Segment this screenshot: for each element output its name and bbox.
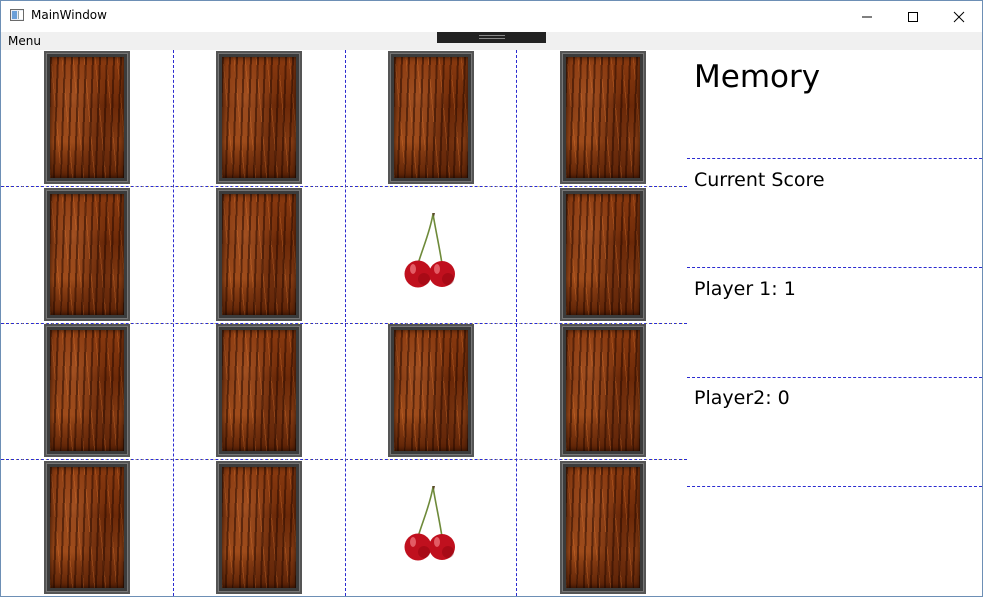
memory-card-face-down[interactable] — [216, 188, 302, 321]
player2-score: Player2: 0 — [694, 387, 790, 409]
divider — [687, 267, 982, 268]
menu-item-menu[interactable]: Menu — [8, 34, 41, 48]
card-back-texture — [566, 194, 640, 315]
divider — [687, 377, 982, 378]
cherry-icon — [404, 486, 455, 561]
player1-score: Player 1: 1 — [694, 278, 796, 300]
divider — [687, 486, 982, 487]
card-back-texture — [50, 194, 124, 315]
drag-handle[interactable] — [437, 32, 546, 43]
memory-card-face-down[interactable] — [44, 461, 130, 594]
memory-card-face-down[interactable] — [44, 51, 130, 184]
memory-card-face-down[interactable] — [560, 324, 646, 457]
card-back-texture — [222, 467, 296, 588]
card-back-texture — [566, 467, 640, 588]
game-board — [1, 50, 687, 596]
divider — [687, 158, 982, 159]
memory-card-face-up[interactable] — [388, 188, 474, 321]
window-title: MainWindow — [31, 8, 107, 22]
memory-card-face-down[interactable] — [388, 51, 474, 184]
score-panel: Memory Current Score Player 1: 1 Player2… — [687, 50, 982, 596]
game-title: Memory — [694, 59, 821, 95]
card-back-texture — [394, 57, 468, 178]
score-heading: Current Score — [694, 169, 825, 191]
card-back-texture — [566, 330, 640, 451]
memory-card-face-down[interactable] — [44, 188, 130, 321]
main-window: MainWindow Menu Memory Current Score Pla… — [0, 0, 983, 597]
memory-card-face-down[interactable] — [216, 461, 302, 594]
memory-card-face-down[interactable] — [560, 188, 646, 321]
card-back-texture — [50, 467, 124, 588]
grid-line — [1, 186, 687, 187]
memory-card-face-down[interactable] — [216, 51, 302, 184]
maximize-button[interactable] — [890, 1, 936, 32]
card-back-texture — [394, 330, 468, 451]
memory-card-face-down[interactable] — [560, 51, 646, 184]
title-bar[interactable]: MainWindow — [1, 1, 982, 32]
card-back-texture — [566, 57, 640, 178]
cherry-icon — [404, 213, 455, 288]
close-icon — [953, 11, 965, 23]
memory-card-face-down[interactable] — [560, 461, 646, 594]
minimize-button[interactable] — [844, 1, 890, 32]
memory-card-face-up[interactable] — [388, 461, 474, 594]
minimize-icon — [862, 16, 872, 18]
card-back-texture — [222, 194, 296, 315]
memory-card-face-down[interactable] — [216, 324, 302, 457]
memory-card-face-down[interactable] — [388, 324, 474, 457]
close-button[interactable] — [936, 1, 982, 32]
memory-card-face-down[interactable] — [44, 324, 130, 457]
grid-line — [1, 459, 687, 460]
card-back-texture — [50, 330, 124, 451]
maximize-icon — [908, 12, 918, 22]
card-back-texture — [50, 57, 124, 178]
app-icon — [10, 9, 24, 21]
card-back-texture — [222, 330, 296, 451]
card-back-texture — [222, 57, 296, 178]
